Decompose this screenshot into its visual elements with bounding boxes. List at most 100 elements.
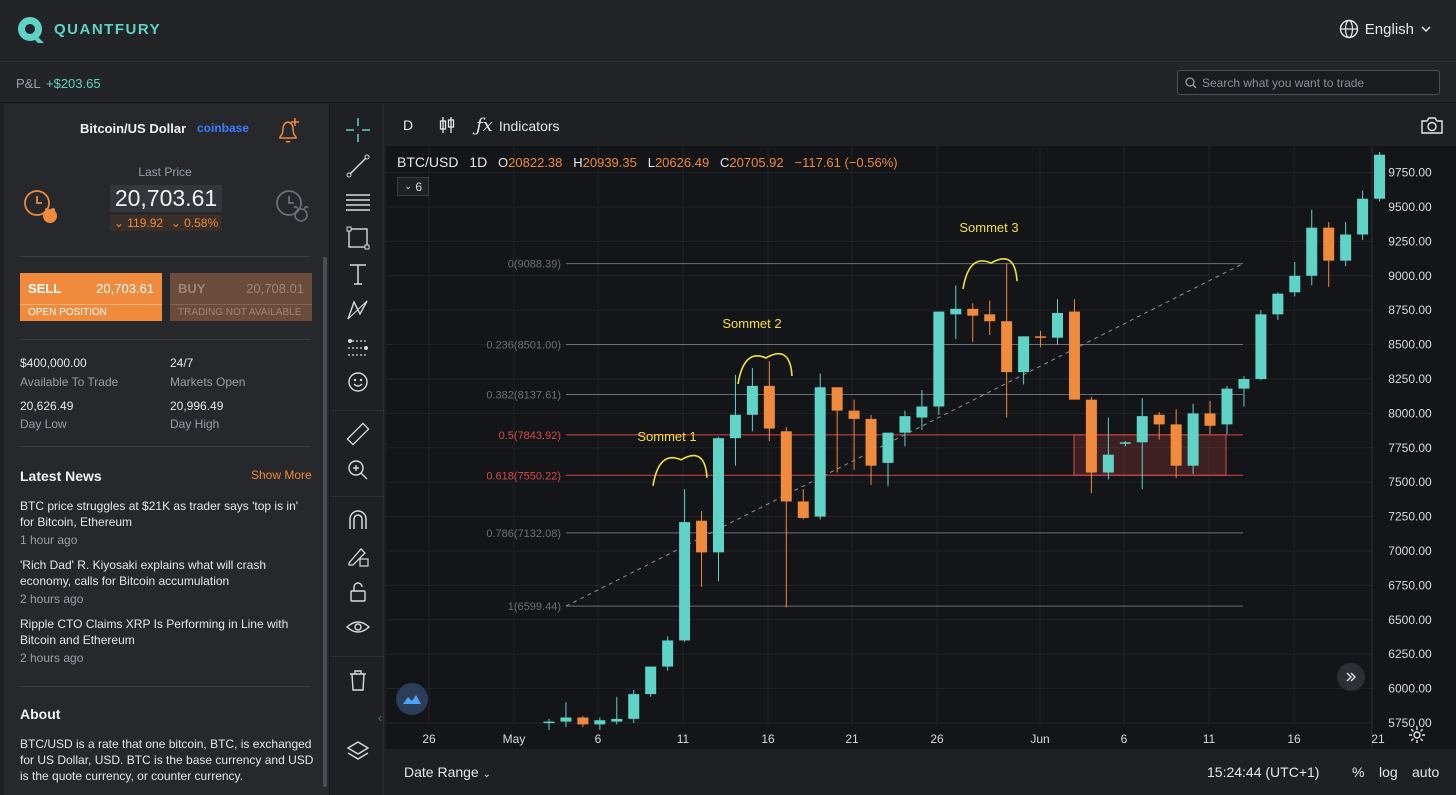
candle-body (662, 640, 674, 667)
day-low-value: 20,626.49 (20, 399, 74, 413)
pencil-lock-icon (348, 548, 369, 567)
tradingview-logo[interactable] (396, 683, 428, 715)
sell-sublabel: OPEN POSITION (20, 304, 162, 321)
magnet-icon (349, 510, 367, 529)
bull-clock-icon[interactable] (274, 188, 312, 226)
fib-lines-icon (346, 194, 370, 211)
buy-price: 20,708.01 (246, 281, 304, 296)
bear-clock-icon[interactable] (22, 188, 60, 226)
candle-body (1052, 312, 1063, 338)
text-tool[interactable] (344, 260, 372, 288)
candle-body (780, 431, 792, 502)
candle-body (560, 717, 572, 722)
candle-body (1306, 227, 1318, 276)
y-axis-tick-label: 9250.00 (1388, 234, 1432, 248)
news-item-title[interactable]: 'Rich Dad' R. Kiyosaki explains what wil… (20, 557, 315, 589)
sell-button[interactable]: SELL 20,703.61 OPEN POSITION (20, 273, 162, 321)
date-range-selector[interactable]: Date Range ⌄ (404, 764, 491, 780)
divider (20, 256, 310, 257)
collapse-toolbar-arrow[interactable]: ‹ (378, 711, 382, 725)
lock-drawings-tool[interactable] (344, 578, 372, 606)
add-alert-bell-icon[interactable] (276, 116, 302, 146)
magnet-tool[interactable] (344, 506, 372, 534)
quantfury-logo[interactable] (16, 15, 46, 45)
y-axis-tick-label: 8750.00 (1388, 303, 1432, 317)
measure-tool[interactable] (344, 420, 372, 448)
legend-high: 20939.35 (582, 155, 637, 170)
camera-icon[interactable] (1420, 115, 1444, 135)
news-item-time: 2 hours ago (20, 592, 84, 606)
annotation-arc (652, 454, 708, 486)
news-item-title[interactable]: BTC price struggles at $21K as trader sa… (20, 498, 315, 530)
emoji-tool[interactable] (344, 368, 372, 396)
y-axis-tick-label: 8500.00 (1388, 338, 1432, 352)
y-axis-tick-label: 7000.00 (1388, 544, 1432, 558)
y-axis-tick-label: 8250.00 (1388, 372, 1432, 386)
fib-level-label: 0.382(8137.61) (486, 389, 561, 401)
pattern-tool[interactable] (344, 296, 372, 324)
zoom-tool[interactable] (344, 456, 372, 484)
object-tree-tool[interactable] (344, 738, 372, 766)
text-icon (350, 264, 366, 285)
y-axis-tick-label: 9000.00 (1388, 269, 1432, 283)
about-title: About (20, 706, 61, 722)
price-change-abs: ⌄ 119.92 (113, 216, 164, 230)
gear-icon[interactable] (1408, 726, 1426, 744)
price-chart[interactable]: 9750.00 9500.00 9250.00 9000.00 8750.00 8500.… (386, 146, 1456, 749)
legend-high-label: H (573, 155, 583, 170)
about-text: BTC/USD is a rate that one bitcoin, BTC,… (20, 737, 314, 783)
buy-label: BUY (178, 281, 206, 296)
trend-line-tool[interactable] (344, 152, 372, 180)
instrument-panel: Bitcoin/US Dollar coinbase Last Price 20… (4, 104, 330, 795)
panel-scrollbar[interactable] (323, 257, 327, 787)
percent-scale-toggle[interactable]: % (1352, 764, 1364, 780)
horizontal-lines-tool[interactable] (344, 188, 372, 216)
search-input[interactable] (1202, 74, 1432, 92)
candle-body (916, 406, 928, 418)
candlestick-chart[interactable]: 9750.00 9500.00 9250.00 9000.00 8750.00 8500.… (386, 146, 1456, 749)
y-axis-tick-label: 7750.00 (1388, 441, 1432, 455)
divider (20, 339, 310, 340)
candle-body (882, 432, 894, 463)
candlestick-type-icon[interactable] (438, 115, 456, 135)
prediction-tool[interactable] (344, 332, 372, 360)
language-selector[interactable]: English (1339, 19, 1432, 39)
annotation-label: Sommet 3 (959, 220, 1018, 235)
divider (20, 446, 310, 447)
available-to-trade-label: Available To Trade (20, 375, 119, 389)
chart-header-toolbar: D ƒx Indicators (386, 104, 1456, 146)
latest-news-title: Latest News (20, 468, 102, 484)
trend-line-icon (346, 154, 370, 178)
candle-body (1221, 388, 1233, 425)
candle-body (713, 438, 724, 553)
rectangle-tool[interactable] (344, 224, 372, 252)
news-item-time: 1 hour ago (20, 533, 78, 547)
log-scale-toggle[interactable]: log (1379, 764, 1398, 780)
candle-body (1085, 399, 1097, 473)
toolbar-separator (332, 496, 384, 497)
hide-drawings-tool[interactable] (344, 614, 372, 642)
available-to-trade-value: $400,000.00 (20, 356, 87, 370)
candle-body (865, 418, 877, 466)
indicators-button[interactable]: ƒx Indicators (476, 115, 560, 136)
news-item-title[interactable]: Ripple CTO Claims XRP Is Performing in L… (20, 616, 315, 648)
day-high-label: Day High (170, 417, 220, 431)
show-more-link[interactable]: Show More (251, 468, 312, 482)
scroll-to-realtime-button[interactable] (1337, 663, 1365, 691)
markets-open-value: 24/7 (170, 356, 194, 370)
candle-body (831, 387, 843, 411)
interval-selector[interactable]: D (403, 117, 413, 133)
y-axis-tick-label: 9750.00 (1388, 166, 1432, 180)
fib-level-label: 0.5(7843.92) (499, 430, 561, 442)
crosshair-tool[interactable] (344, 116, 372, 144)
candle-body (984, 314, 996, 322)
remove-drawings-tool[interactable] (344, 666, 372, 694)
stay-in-drawing-mode-tool[interactable] (344, 542, 372, 570)
search-box[interactable] (1177, 70, 1440, 95)
auto-scale-toggle[interactable]: auto (1412, 764, 1439, 780)
candle-body (933, 311, 945, 407)
fib-level-label: 0.236(8501.00) (486, 339, 561, 351)
indicator-toggle[interactable]: ⌄ 6 (397, 177, 429, 196)
legend-symbol: BTC/USD (397, 154, 459, 170)
y-axis-tick-label: 6750.00 (1388, 578, 1432, 592)
